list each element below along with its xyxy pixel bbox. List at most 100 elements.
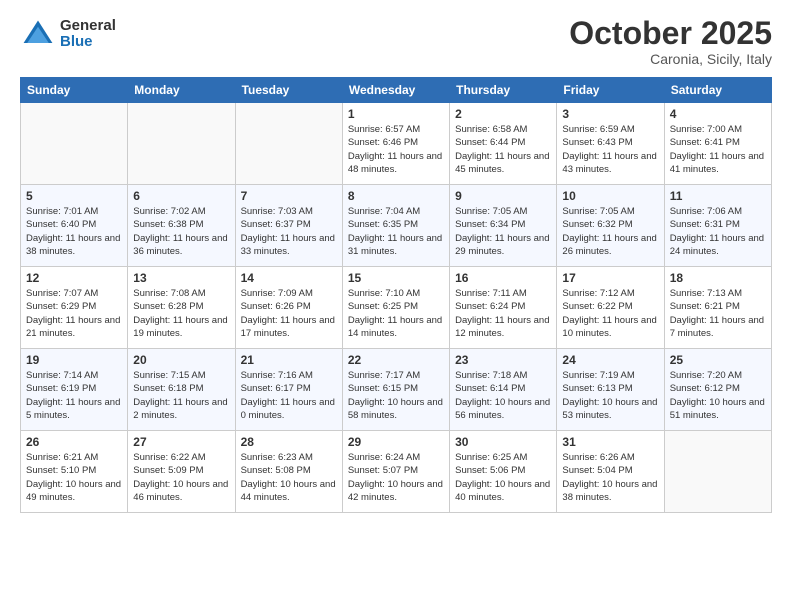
calendar-cell: 22 Sunrise: 7:17 AM Sunset: 6:15 PM Dayli… [342, 349, 449, 431]
day-info: Sunrise: 7:17 AM Sunset: 6:15 PM Dayligh… [348, 369, 444, 422]
day-info: Sunrise: 6:24 AM Sunset: 5:07 PM Dayligh… [348, 451, 444, 504]
day-number: 8 [348, 189, 444, 203]
calendar-cell: 6Sunrise: 7:02 AM Sunset: 6:38 PM Daylig… [128, 185, 235, 267]
day-number: 27 [133, 435, 229, 449]
calendar-week-1: 1Sunrise: 6:57 AM Sunset: 6:46 PM Daylig… [21, 103, 772, 185]
calendar-cell: 24 Sunrise: 7:19 AM Sunset: 6:13 PM Dayli… [557, 349, 664, 431]
calendar-cell [664, 431, 771, 513]
day-number: 24 [562, 353, 658, 367]
col-header-tuesday: Tuesday [235, 78, 342, 103]
calendar-cell: 11 Sunrise: 7:06 AM Sunset: 6:31 PM Dayli… [664, 185, 771, 267]
day-number: 11 [670, 189, 766, 203]
day-number: 31 [562, 435, 658, 449]
day-number: 17 [562, 271, 658, 285]
location-subtitle: Caronia, Sicily, Italy [569, 51, 772, 67]
calendar-table: SundayMondayTuesdayWednesdayThursdayFrid… [20, 77, 772, 513]
calendar-week-3: 12 Sunrise: 7:07 AM Sunset: 6:29 PM Dayli… [21, 267, 772, 349]
day-number: 23 [455, 353, 551, 367]
day-info: Sunrise: 7:06 AM Sunset: 6:31 PM Dayligh… [670, 205, 766, 258]
col-header-wednesday: Wednesday [342, 78, 449, 103]
page: General Blue October 2025 Caronia, Sicil… [0, 0, 792, 612]
calendar-cell: 10Sunrise: 7:05 AM Sunset: 6:32 PM Dayli… [557, 185, 664, 267]
calendar-cell: 1Sunrise: 6:57 AM Sunset: 6:46 PM Daylig… [342, 103, 449, 185]
logo-text: General Blue [60, 18, 116, 51]
calendar-cell: 3Sunrise: 6:59 AM Sunset: 6:43 PM Daylig… [557, 103, 664, 185]
day-number: 4 [670, 107, 766, 121]
title-block: October 2025 Caronia, Sicily, Italy [569, 16, 772, 67]
calendar-cell: 8 Sunrise: 7:04 AM Sunset: 6:35 PM Daylig… [342, 185, 449, 267]
day-info: Sunrise: 7:02 AM Sunset: 6:38 PM Dayligh… [133, 205, 229, 258]
month-title: October 2025 [569, 16, 772, 51]
day-info: Sunrise: 7:12 AM Sunset: 6:22 PM Dayligh… [562, 287, 658, 340]
day-number: 30 [455, 435, 551, 449]
day-number: 9 [455, 189, 551, 203]
day-info: Sunrise: 7:16 AM Sunset: 6:17 PM Dayligh… [241, 369, 337, 422]
calendar-cell: 5Sunrise: 7:01 AM Sunset: 6:40 PM Daylig… [21, 185, 128, 267]
calendar-cell: 7Sunrise: 7:03 AM Sunset: 6:37 PM Daylig… [235, 185, 342, 267]
calendar-cell: 23 Sunrise: 7:18 AM Sunset: 6:14 PM Dayli… [450, 349, 557, 431]
calendar-cell: 29 Sunrise: 6:24 AM Sunset: 5:07 PM Dayli… [342, 431, 449, 513]
calendar-week-2: 5Sunrise: 7:01 AM Sunset: 6:40 PM Daylig… [21, 185, 772, 267]
day-number: 16 [455, 271, 551, 285]
day-number: 7 [241, 189, 337, 203]
calendar-week-4: 19 Sunrise: 7:14 AM Sunset: 6:19 PM Dayli… [21, 349, 772, 431]
calendar-cell: 20 Sunrise: 7:15 AM Sunset: 6:18 PM Dayli… [128, 349, 235, 431]
calendar-cell: 30Sunrise: 6:25 AM Sunset: 5:06 PM Dayli… [450, 431, 557, 513]
day-info: Sunrise: 7:13 AM Sunset: 6:21 PM Dayligh… [670, 287, 766, 340]
day-number: 26 [26, 435, 122, 449]
calendar-cell [21, 103, 128, 185]
day-number: 5 [26, 189, 122, 203]
col-header-monday: Monday [128, 78, 235, 103]
day-info: Sunrise: 7:09 AM Sunset: 6:26 PM Dayligh… [241, 287, 337, 340]
calendar-cell: 31 Sunrise: 6:26 AM Sunset: 5:04 PM Dayli… [557, 431, 664, 513]
calendar-cell: 28 Sunrise: 6:23 AM Sunset: 5:08 PM Dayli… [235, 431, 342, 513]
calendar-header-row: SundayMondayTuesdayWednesdayThursdayFrid… [21, 78, 772, 103]
col-header-sunday: Sunday [21, 78, 128, 103]
day-info: Sunrise: 7:11 AM Sunset: 6:24 PM Dayligh… [455, 287, 551, 340]
day-info: Sunrise: 6:21 AM Sunset: 5:10 PM Dayligh… [26, 451, 122, 504]
day-info: Sunrise: 6:26 AM Sunset: 5:04 PM Dayligh… [562, 451, 658, 504]
calendar-cell [235, 103, 342, 185]
logo-icon [20, 16, 56, 52]
calendar-cell: 26 Sunrise: 6:21 AM Sunset: 5:10 PM Dayli… [21, 431, 128, 513]
day-number: 28 [241, 435, 337, 449]
calendar-cell: 16 Sunrise: 7:11 AM Sunset: 6:24 PM Dayli… [450, 267, 557, 349]
day-info: Sunrise: 6:58 AM Sunset: 6:44 PM Dayligh… [455, 123, 551, 176]
day-info: Sunrise: 7:18 AM Sunset: 6:14 PM Dayligh… [455, 369, 551, 422]
day-info: Sunrise: 7:19 AM Sunset: 6:13 PM Dayligh… [562, 369, 658, 422]
day-info: Sunrise: 7:07 AM Sunset: 6:29 PM Dayligh… [26, 287, 122, 340]
calendar-cell: 19 Sunrise: 7:14 AM Sunset: 6:19 PM Dayli… [21, 349, 128, 431]
day-info: Sunrise: 7:04 AM Sunset: 6:35 PM Dayligh… [348, 205, 444, 258]
day-info: Sunrise: 6:23 AM Sunset: 5:08 PM Dayligh… [241, 451, 337, 504]
calendar-cell: 25Sunrise: 7:20 AM Sunset: 6:12 PM Dayli… [664, 349, 771, 431]
day-number: 21 [241, 353, 337, 367]
day-number: 12 [26, 271, 122, 285]
day-number: 14 [241, 271, 337, 285]
day-number: 22 [348, 353, 444, 367]
calendar-cell: 27Sunrise: 6:22 AM Sunset: 5:09 PM Dayli… [128, 431, 235, 513]
day-number: 18 [670, 271, 766, 285]
day-info: Sunrise: 7:15 AM Sunset: 6:18 PM Dayligh… [133, 369, 229, 422]
day-number: 13 [133, 271, 229, 285]
calendar-week-5: 26 Sunrise: 6:21 AM Sunset: 5:10 PM Dayli… [21, 431, 772, 513]
logo-general-label: General [60, 18, 116, 35]
calendar-cell: 2Sunrise: 6:58 AM Sunset: 6:44 PM Daylig… [450, 103, 557, 185]
day-info: Sunrise: 7:05 AM Sunset: 6:34 PM Dayligh… [455, 205, 551, 258]
calendar-cell: 14 Sunrise: 7:09 AM Sunset: 6:26 PM Dayli… [235, 267, 342, 349]
day-number: 29 [348, 435, 444, 449]
col-header-friday: Friday [557, 78, 664, 103]
day-number: 20 [133, 353, 229, 367]
day-info: Sunrise: 7:00 AM Sunset: 6:41 PM Dayligh… [670, 123, 766, 176]
calendar-cell: 21 Sunrise: 7:16 AM Sunset: 6:17 PM Dayli… [235, 349, 342, 431]
logo: General Blue [20, 16, 116, 52]
calendar-cell: 15Sunrise: 7:10 AM Sunset: 6:25 PM Dayli… [342, 267, 449, 349]
day-info: Sunrise: 6:57 AM Sunset: 6:46 PM Dayligh… [348, 123, 444, 176]
day-info: Sunrise: 6:59 AM Sunset: 6:43 PM Dayligh… [562, 123, 658, 176]
day-info: Sunrise: 7:10 AM Sunset: 6:25 PM Dayligh… [348, 287, 444, 340]
col-header-thursday: Thursday [450, 78, 557, 103]
day-number: 19 [26, 353, 122, 367]
calendar-cell: 13Sunrise: 7:08 AM Sunset: 6:28 PM Dayli… [128, 267, 235, 349]
calendar-cell: 9 Sunrise: 7:05 AM Sunset: 6:34 PM Daylig… [450, 185, 557, 267]
day-info: Sunrise: 7:14 AM Sunset: 6:19 PM Dayligh… [26, 369, 122, 422]
day-number: 10 [562, 189, 658, 203]
